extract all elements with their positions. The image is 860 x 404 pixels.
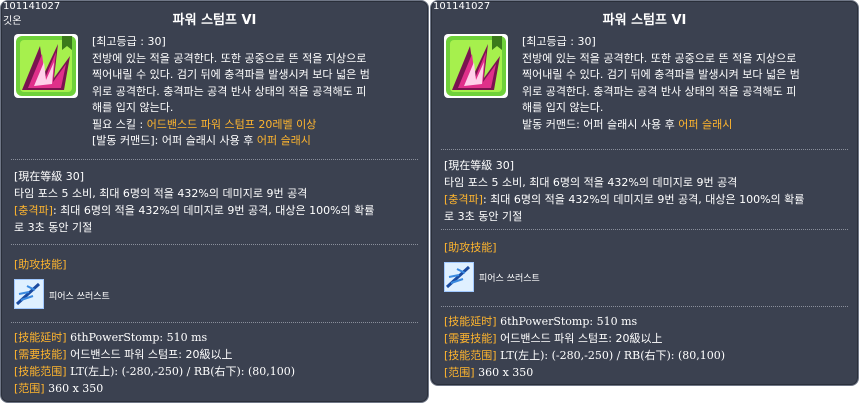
power-stomp-skill-icon: [444, 34, 508, 98]
assist-skill-title: [助攻技能]: [14, 258, 67, 271]
info-value: LT(左上): (-280,-250) / RB(右下): (80,100): [496, 349, 726, 362]
required-skill-info: [需要技能] 어드밴스드 파워 스텀프: 20級以上: [444, 330, 852, 347]
info-label: [范围]: [14, 382, 45, 395]
info-value: 어드밴스드 파워 스텀프: 20級以上: [66, 348, 233, 361]
assist-skill-name: 피어스 쓰러스트: [49, 292, 110, 302]
divider: [441, 306, 848, 307]
desc-line: 해를 입지 않는다.: [92, 101, 174, 114]
info-label: [技能延时]: [444, 315, 497, 328]
shockwave-effect-cont: 로 3초 동안 기절: [14, 221, 93, 234]
divider: [441, 149, 848, 150]
power-stomp-skill-icon: [14, 34, 78, 98]
info-value: 6thPowerStomp: 510 ms: [496, 315, 638, 328]
current-level: [現在等級 30]: [14, 170, 85, 183]
info-label: [技能范围]: [444, 349, 497, 362]
activation-command: [발동 커맨드]: 어퍼 슬래시 사용 후 어퍼 슬래시: [92, 133, 422, 150]
assist-skill-title: [助攻技能]: [444, 241, 497, 254]
pierce-thrust-skill-icon[interactable]: [14, 279, 44, 309]
current-level-block: [現在等級 30] 타임 포스 5 소비, 최대 6명의 적을 432%의 데미…: [14, 168, 422, 236]
shockwave-label: [충격파]: [14, 204, 53, 217]
shockwave-effect-cont: 로 3초 동안 기절: [444, 210, 523, 223]
command-label: 발동 커맨드: 어퍼 슬래시 사용 후: [522, 117, 679, 131]
max-level: [최고등급 : 30]: [522, 35, 596, 48]
shockwave-effect: [충격파]: 최대 6명의 적을 432%의 데미지로 9번 공격, 대상은 1…: [14, 202, 422, 219]
skill-tooltip-left: 101141027 깃온 파워 스텀프 VI [최고등급 : 30] 전방에 있…: [0, 0, 429, 403]
info-value: 360 x 350: [44, 382, 104, 395]
shockwave-text: : 최대 6명의 적을 432%의 데미지로 9번 공격, 대상은 100%의 …: [52, 204, 375, 217]
skill-range: [技能范围] LT(左上): (-280,-250) / RB(右下): (80…: [444, 347, 852, 364]
skill-title: 파워 스텀프 VI: [602, 13, 687, 28]
max-level: [최고등급 : 30]: [92, 35, 166, 48]
current-level-block: [現在等級 30] 타임 포스 5 소비, 최대 6명의 적을 432%의 데미…: [444, 157, 852, 225]
desc-line: 전방에 있는 적을 공격한다. 또한 공중으로 뜬 적을 지상으로: [522, 51, 797, 65]
info-label: [技能范围]: [14, 365, 67, 378]
divider: [11, 322, 418, 323]
info-value: LT(左上): (-280,-250) / RB(右下): (80,100): [66, 365, 296, 378]
desc-line: 위로 공격한다. 충격파는 공격 반사 상태의 적을 공격해도 피: [92, 84, 367, 98]
info-value: 360 x 350: [474, 366, 534, 379]
required-skill: 필요 스킬 : 어드밴스드 파워 스텀프 20레벨 이상: [92, 117, 422, 134]
info-label: [需要技能]: [444, 332, 497, 345]
desc-line: 찍어내릴 수 있다. 검기 뒤에 충격파를 발생시켜 보다 넓은 범: [92, 68, 370, 81]
skill-description: [최고등급 : 30] 전방에 있는 적을 공격한다. 또한 공중으로 뜬 적을…: [92, 34, 422, 150]
range-size: [范围] 360 x 350: [444, 364, 852, 381]
required-skill-value: 어드밴스드 파워 스텀프 20레벨 이상: [146, 117, 317, 131]
desc-line: 위로 공격한다. 충격파는 공격 반사 상태의 적을 공격해도 피: [522, 84, 797, 98]
info-value: 6thPowerStomp: 510 ms: [66, 331, 208, 344]
skill-range: [技能范围] LT(左上): (-280,-250) / RB(右下): (80…: [14, 363, 422, 380]
shockwave-label: [충격파]: [444, 193, 483, 206]
assist-skill-name: 피어스 쓰러스트: [479, 274, 540, 284]
technical-info: [技能延时] 6thPowerStomp: 510 ms [需要技能] 어드밴스…: [444, 313, 852, 381]
divider: [11, 244, 418, 245]
desc-line: 전방에 있는 적을 공격한다. 또한 공중으로 뜬 적을 지상으로: [92, 51, 367, 65]
required-skill-info: [需要技能] 어드밴스드 파워 스텀프: 20級以上: [14, 346, 422, 363]
info-label: [技能延时]: [14, 331, 67, 344]
shockwave-text: : 최대 6명의 적을 432%의 데미지로 9번 공격, 대상은 100%의 …: [482, 193, 805, 206]
skill-description: [최고등급 : 30] 전방에 있는 적을 공격한다. 또한 공중으로 뜬 적을…: [522, 34, 852, 133]
command-value: 어퍼 슬래시: [256, 134, 311, 147]
technical-info: [技能延时] 6thPowerStomp: 510 ms [需要技能] 어드밴스…: [14, 329, 422, 397]
shockwave-effect: [충격파]: 최대 6명의 적을 432%의 데미지로 9번 공격, 대상은 1…: [444, 191, 852, 208]
skill-delay: [技能延时] 6thPowerStomp: 510 ms: [444, 313, 852, 330]
pierce-thrust-skill-icon[interactable]: [444, 262, 474, 292]
command-label: [발동 커맨드]: 어퍼 슬래시 사용 후: [92, 134, 257, 147]
skill-title: 파워 스텀프 VI: [172, 13, 257, 28]
divider: [441, 229, 848, 230]
info-label: [范围]: [444, 366, 475, 379]
desc-line: 해를 입지 않는다.: [522, 101, 604, 114]
divider: [11, 159, 418, 160]
desc-line: 찍어내릴 수 있다. 검기 뒤에 충격파를 발생시켜 보다 넓은 범: [522, 68, 800, 81]
required-skill-label: 필요 스킬 :: [92, 117, 147, 131]
skill-tooltip-right: 101141027 파워 스텀프 VI [최고등급 : 30] 전방에 있는 적…: [430, 0, 859, 386]
current-effect: 타임 포스 5 소비, 최대 6명의 적을 432%의 데미지로 9번 공격: [444, 176, 738, 189]
info-label: [需要技能]: [14, 348, 67, 361]
info-value: 어드밴스드 파워 스텀프: 20級以上: [496, 332, 663, 345]
skill-delay: [技能延时] 6thPowerStomp: 510 ms: [14, 329, 422, 346]
activation-command: 발동 커맨드: 어퍼 슬래시 사용 후 어퍼 슬래시: [522, 117, 852, 134]
current-effect: 타임 포스 5 소비, 최대 6명의 적을 432%의 데미지로 9번 공격: [14, 187, 308, 200]
command-value: 어퍼 슬래시: [678, 117, 733, 131]
range-size: [范围] 360 x 350: [14, 380, 422, 397]
current-level: [現在等級 30]: [444, 159, 515, 172]
